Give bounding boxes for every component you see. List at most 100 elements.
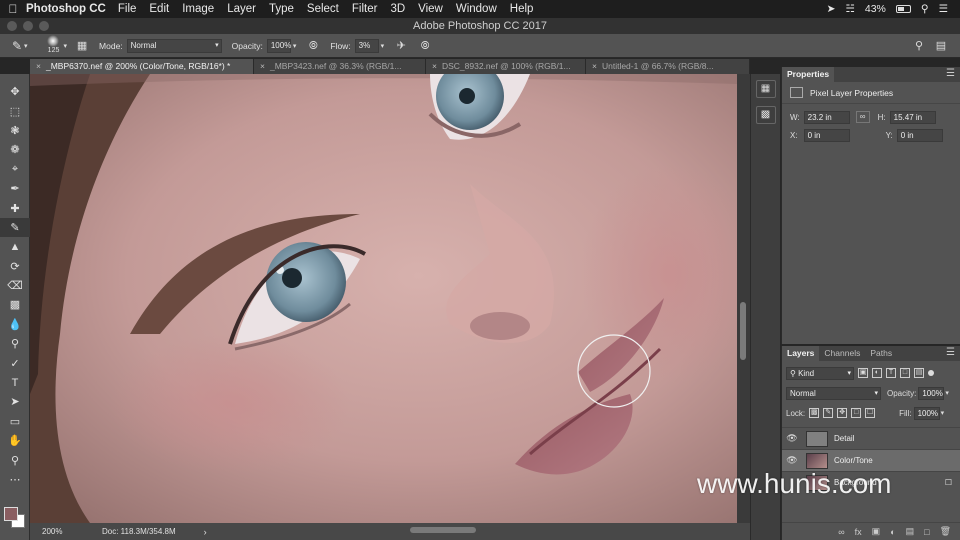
wifi-icon[interactable]: ☵ [845,3,854,15]
menu-file[interactable]: File [118,3,137,15]
panel-menu-icon[interactable]: ☰ [946,347,955,358]
close-icon[interactable]: × [432,61,437,71]
spotlight-icon[interactable]: ⚲ [921,3,929,15]
marquee-tool-icon[interactable]: ⬚ [0,101,30,120]
battery-icon[interactable] [895,5,911,13]
zoom-window-button[interactable] [39,21,49,31]
tab-dsc8932[interactable]: × DSC_8932.nef @ 100% (RGB/1... [426,59,586,74]
flow-field[interactable]: 3% [354,38,379,53]
rectangle-tool-icon[interactable]: ▭ [0,412,30,431]
adjustment-layer-icon[interactable]: ◐ [890,527,895,537]
eyedropper-tool-icon[interactable]: ✒ [0,179,30,198]
panel-menu-icon[interactable]: ☰ [946,68,955,79]
search-icon[interactable]: ⚲ [912,39,926,53]
clone-stamp-tool-icon[interactable]: ▲ [0,237,30,256]
tab-paths[interactable]: Paths [865,346,897,361]
chevron-right-icon[interactable]: › [204,527,207,537]
horizontal-scroll-thumb[interactable] [410,527,476,533]
menu-select[interactable]: Select [307,3,339,15]
chevron-down-icon[interactable]: ▾ [381,42,385,50]
move-tool-icon[interactable]: ✥ [0,82,30,101]
menu-view[interactable]: View [418,3,443,15]
blend-mode-select[interactable]: Normal ▾ [786,386,881,400]
layer-style-icon[interactable]: fx [855,527,862,537]
layer-mask-icon[interactable]: ▣ [872,526,881,537]
lasso-tool-icon[interactable]: ❃ [0,121,30,140]
eye-icon[interactable]: 👁 [782,455,802,466]
menu-image[interactable]: Image [182,3,214,15]
pressure-opacity-icon[interactable]: ⦾ [306,39,320,53]
quick-select-tool-icon[interactable]: ❁ [0,140,30,159]
vertical-scroll-thumb[interactable] [740,302,746,360]
blur-tool-icon[interactable]: 💧 [0,315,30,334]
document-canvas[interactable] [30,74,737,523]
menu-filter[interactable]: Filter [352,3,378,15]
close-icon[interactable]: × [260,61,265,71]
pixel-filter-icon[interactable]: ▣ [858,368,868,378]
brush-tool-icon[interactable]: ✎ [0,217,30,238]
pen-tool-icon[interactable]: ✓ [0,353,30,372]
eraser-tool-icon[interactable]: ⌫ [0,276,30,295]
menu-3d[interactable]: 3D [390,3,405,15]
tab-layers[interactable]: Layers [782,346,820,361]
filter-toggle[interactable] [928,370,934,376]
tab-mbp3423[interactable]: × _MBP3423.nef @ 36.3% (RGB/1... [254,59,426,74]
tab-properties[interactable]: Properties [782,67,835,82]
tab-channels[interactable]: Channels [819,346,865,361]
brush-preset-picker[interactable]: 125 [42,34,64,57]
crop-tool-icon[interactable]: ⌖ [0,160,30,179]
smart-object-filter-icon[interactable]: ▤ [914,368,924,378]
tab-untitled1[interactable]: × Untitled-1 @ 66.7% (RGB/8... [586,59,750,74]
menu-edit[interactable]: Edit [149,3,169,15]
dodge-tool-icon[interactable]: ⚲ [0,334,30,353]
foreground-color-swatch[interactable] [4,507,18,521]
history-panel-icon[interactable]: ▦ [755,80,776,98]
history-brush-tool-icon[interactable]: ⟳ [0,257,30,276]
brush-settings-icon[interactable]: ▦ [75,39,89,53]
opacity-field[interactable]: 100% [266,38,291,53]
layer-filter-select[interactable]: ⚲ Kind ▾ [786,366,854,380]
tab-mbp6370[interactable]: × _MBP6370.nef @ 200% (Color/Tone, RGB/16… [30,59,254,74]
layer-row-detail[interactable]: 👁 Detail [782,427,960,449]
close-icon[interactable]: × [36,61,41,71]
app-menu[interactable]: Photoshop CC [26,3,106,15]
lock-transparent-icon[interactable]: ▩ [809,408,820,418]
location-icon[interactable]: ➤ [827,3,836,15]
type-filter-icon[interactable]: T [886,368,896,378]
type-tool-icon[interactable]: T [0,373,30,392]
lock-position-icon[interactable]: ✥ [837,408,848,418]
chevron-down-icon[interactable]: ▾ [945,389,949,397]
menu-help[interactable]: Help [510,3,534,15]
shape-filter-icon[interactable]: □ [900,368,910,378]
chevron-down-icon[interactable]: ▾ [293,42,297,50]
mode-select[interactable]: Normal ▾ [126,38,222,53]
hand-tool-icon[interactable]: ✋ [0,431,30,450]
width-field[interactable]: 23.2 in [803,110,850,124]
notification-center-icon[interactable]: ☰ [939,3,948,15]
zoom-tool-icon[interactable]: ⚲ [0,450,30,469]
new-layer-icon[interactable]: □ [924,527,929,537]
group-icon[interactable]: ▤ [906,526,915,537]
chevron-down-icon[interactable]: ▾ [24,42,28,50]
layer-opacity-field[interactable]: 100% [918,386,945,400]
lock-artboard-icon[interactable]: □ [851,408,862,418]
y-field[interactable]: 0 in [896,128,943,142]
more-tools-icon[interactable]: ⋯ [0,470,30,489]
path-selection-tool-icon[interactable]: ➤ [0,392,30,411]
menu-window[interactable]: Window [456,3,497,15]
adjustments-panel-icon[interactable]: ▩ [755,106,776,124]
menu-layer[interactable]: Layer [227,3,256,15]
adjustment-filter-icon[interactable]: ◐ [872,368,882,378]
link-layers-icon[interactable]: ∞ [838,527,844,537]
x-field[interactable]: 0 in [803,128,850,142]
gradient-tool-icon[interactable]: ▩ [0,295,30,314]
menu-type[interactable]: Type [269,3,294,15]
close-icon[interactable]: × [592,61,597,71]
link-icon[interactable]: ∞ [855,111,870,123]
lock-pixels-icon[interactable]: ✎ [823,408,834,418]
apple-icon[interactable]:  [0,2,26,16]
lock-all-icon[interactable]: ☐ [865,408,876,418]
close-window-button[interactable] [7,21,17,31]
eye-icon[interactable]: 👁 [782,433,802,444]
chevron-down-icon[interactable]: ▾ [941,409,945,417]
